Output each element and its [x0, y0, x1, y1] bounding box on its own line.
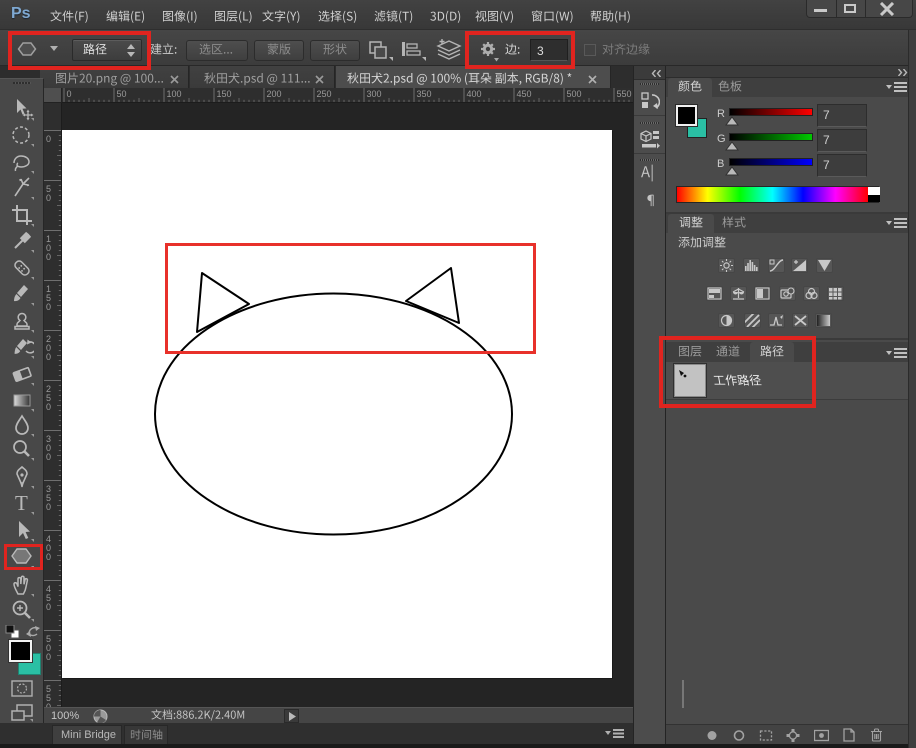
svg-text:50: 50 [117, 89, 127, 99]
svg-text:0: 0 [46, 652, 51, 662]
svg-text:0: 0 [46, 552, 51, 562]
svg-text:0: 0 [46, 193, 51, 203]
svg-text:0: 0 [46, 134, 51, 144]
svg-text:550: 550 [617, 89, 632, 99]
svg-text:200: 200 [267, 89, 282, 99]
svg-text:150: 150 [217, 89, 232, 99]
svg-text:450: 450 [517, 89, 532, 99]
svg-text:0: 0 [46, 602, 51, 612]
svg-text:100: 100 [167, 89, 182, 99]
svg-text:0: 0 [46, 252, 51, 262]
svg-text:400: 400 [467, 89, 482, 99]
svg-text:0: 0 [46, 502, 51, 512]
svg-text:T: T [15, 491, 28, 515]
svg-text:500: 500 [567, 89, 582, 99]
svg-text:0: 0 [46, 302, 51, 312]
svg-text:0: 0 [46, 452, 51, 462]
svg-text:0: 0 [67, 89, 72, 99]
svg-text:0: 0 [46, 352, 51, 362]
svg-text:350: 350 [417, 89, 432, 99]
svg-text:250: 250 [317, 89, 332, 99]
svg-text:0: 0 [46, 402, 51, 412]
svg-text:300: 300 [367, 89, 382, 99]
